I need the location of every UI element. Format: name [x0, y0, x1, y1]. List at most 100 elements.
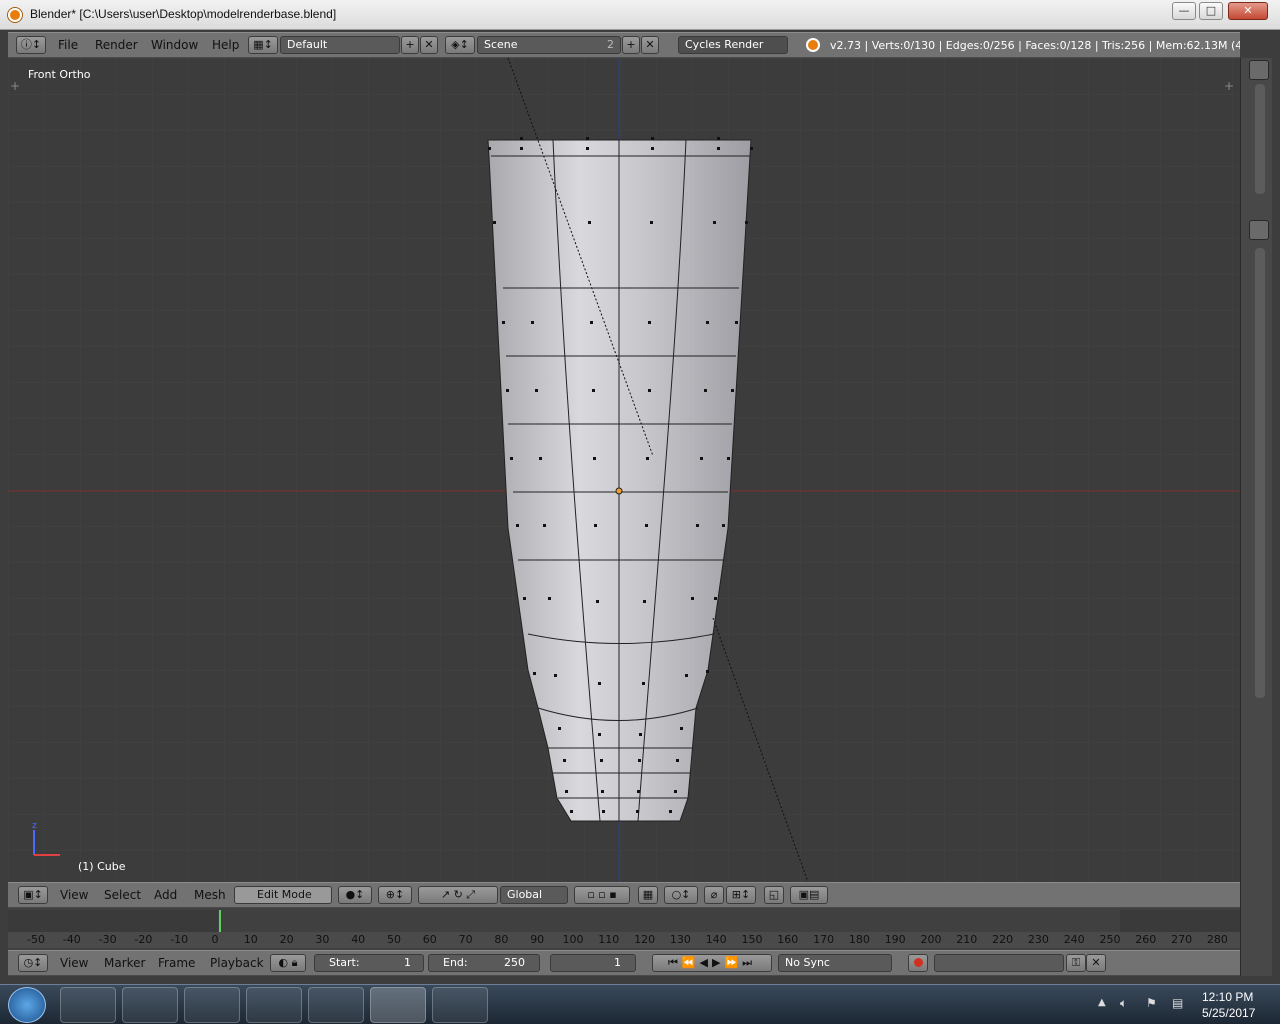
- object-label: (1) Cube: [78, 860, 126, 873]
- timeline-menu-marker[interactable]: Marker: [104, 956, 145, 970]
- sync-select[interactable]: No Sync: [778, 954, 892, 972]
- menu-help[interactable]: Help: [212, 38, 239, 52]
- timeline-tick-label: 70: [458, 933, 473, 946]
- render-icon: [806, 38, 820, 52]
- add-scene-icon[interactable]: +: [622, 36, 640, 54]
- snap-element-icon[interactable]: ⊞↕: [726, 886, 756, 904]
- view-label: Front Ortho: [28, 68, 91, 81]
- timeline-tick-label: 30: [315, 933, 330, 946]
- proportional-edit-icon[interactable]: ○↕: [664, 886, 698, 904]
- menu-select[interactable]: Select: [104, 888, 141, 902]
- paint-taskbar-icon[interactable]: [432, 987, 488, 1023]
- insert-keyframe-icon[interactable]: ⚿: [1066, 954, 1086, 972]
- svg-text:+: +: [1224, 79, 1234, 93]
- outliner-scrollbar[interactable]: [1255, 84, 1265, 194]
- svg-text:+: +: [10, 79, 20, 93]
- delete-keyframe-icon[interactable]: ✕: [1086, 954, 1106, 972]
- properties-editor-icon[interactable]: [1249, 220, 1269, 240]
- timeline-tick-label: 240: [1063, 933, 1085, 946]
- outliner-editor-icon[interactable]: [1249, 60, 1269, 80]
- orientation-select[interactable]: Global: [500, 886, 568, 904]
- current-frame-field[interactable]: 1: [550, 954, 636, 972]
- explorer-taskbar-icon[interactable]: [60, 987, 116, 1023]
- timeline-tick-label: 160: [777, 933, 799, 946]
- timeline-tick-label: 230: [1027, 933, 1049, 946]
- tray-arrow-icon[interactable]: ▲: [1098, 997, 1106, 1008]
- window-title: Blender* [C:\Users\user\Desktop\modelren…: [30, 7, 337, 21]
- timeline-menu-frame[interactable]: Frame: [158, 956, 195, 970]
- add-icon[interactable]: +: [401, 36, 419, 54]
- internet-explorer-taskbar-icon[interactable]: [122, 987, 178, 1023]
- menu-file[interactable]: File: [58, 38, 78, 52]
- minimize-button[interactable]: —: [1172, 2, 1196, 20]
- network-icon[interactable]: ▤: [1172, 996, 1183, 1010]
- right-panel-strip: [1240, 58, 1272, 976]
- keying-set-field[interactable]: [934, 954, 1064, 972]
- timeline-menu-view[interactable]: View: [60, 956, 88, 970]
- timeline-tick-label: 100: [562, 933, 584, 946]
- action-center-icon[interactable]: ⚑: [1146, 996, 1157, 1010]
- chrome-taskbar-icon[interactable]: [308, 987, 364, 1023]
- scene-field[interactable]: Scene 2: [477, 36, 621, 54]
- select-mode-icons[interactable]: ▫ ▫ ▪: [574, 886, 630, 904]
- info-editor-icon[interactable]: ⓘ↕: [16, 36, 46, 54]
- blender-taskbar-icon[interactable]: [370, 987, 426, 1023]
- render-preview-icons[interactable]: ▣▤: [790, 886, 828, 904]
- editor-type-icon[interactable]: ▣↕: [18, 886, 48, 904]
- menu-window[interactable]: Window: [151, 38, 198, 52]
- timeline-tick-label: 0: [211, 933, 219, 946]
- 3d-viewport[interactable]: z + + Front Ortho (1) Cube: [8, 58, 1240, 882]
- timeline-tick-label: 180: [848, 933, 870, 946]
- start-frame-label: Start:: [329, 956, 360, 969]
- clock-date[interactable]: 5/25/2017: [1202, 1006, 1255, 1020]
- pivot-icon[interactable]: ⊕↕: [378, 886, 412, 904]
- media-player-taskbar-icon[interactable]: [184, 987, 240, 1023]
- current-frame-marker[interactable]: [219, 910, 221, 932]
- playback-controls[interactable]: ⏮⏪◀▶⏩⏭: [652, 954, 772, 972]
- snap-icon[interactable]: ⌀: [704, 886, 724, 904]
- firefox-taskbar-icon[interactable]: [246, 987, 302, 1023]
- opengl-render-icon[interactable]: ◱: [764, 886, 784, 904]
- timeline-menu-playback[interactable]: Playback: [210, 956, 264, 970]
- timeline-outside-range-right: [1120, 910, 1240, 932]
- end-frame-field[interactable]: End: 250: [428, 954, 540, 972]
- start-orb-icon[interactable]: [8, 987, 46, 1023]
- remove-scene-icon[interactable]: ✕: [641, 36, 659, 54]
- timeline-tick-label: 190: [884, 933, 906, 946]
- mode-select[interactable]: Edit Mode: [234, 886, 332, 904]
- occlude-geometry-icon[interactable]: ▦: [638, 886, 658, 904]
- record-icon[interactable]: [908, 954, 928, 972]
- start-frame-field[interactable]: Start: 1: [314, 954, 424, 972]
- scene-icon[interactable]: ◈↕: [445, 36, 475, 54]
- timeline-tick-label: 250: [1099, 933, 1121, 946]
- viewport-canvas: z + +: [8, 58, 1240, 882]
- render-engine-select[interactable]: Cycles Render: [678, 36, 788, 54]
- timeline-tick-label: 280: [1206, 933, 1228, 946]
- maximize-button[interactable]: □: [1199, 2, 1223, 20]
- clock-time[interactable]: 12:10 PM: [1202, 990, 1253, 1004]
- timeline-tick-label: 170: [813, 933, 835, 946]
- menu-render[interactable]: Render: [95, 38, 138, 52]
- timeline-tick-label: 40: [351, 933, 366, 946]
- timeline-tick-label: 120: [634, 933, 656, 946]
- properties-scrollbar[interactable]: [1255, 248, 1265, 698]
- timeline-header: ◷↕ View Marker Frame Playback ◐ 🔒︎ Start…: [8, 950, 1240, 976]
- timeline-editor-type-icon[interactable]: ◷↕: [18, 954, 48, 972]
- timeline-tick-label: 90: [530, 933, 545, 946]
- close-button[interactable]: ✕: [1228, 2, 1268, 20]
- screen-layout-field[interactable]: Default: [280, 36, 400, 54]
- remove-icon[interactable]: ✕: [420, 36, 438, 54]
- keying-set-icon[interactable]: ◐ 🔒︎: [270, 954, 306, 972]
- scene-users-count: 2: [607, 38, 614, 51]
- menu-mesh[interactable]: Mesh: [194, 888, 226, 902]
- menu-add[interactable]: Add: [154, 888, 177, 902]
- screen-layout-icon[interactable]: ▦↕: [248, 36, 278, 54]
- timeline-tick-label: -20: [134, 933, 153, 946]
- blender-logo-icon: [8, 8, 22, 22]
- menu-view[interactable]: View: [60, 888, 88, 902]
- viewport-shading-icon[interactable]: ●↕: [338, 886, 372, 904]
- manipulator-icon[interactable]: ↗ ↻ ⤢: [418, 886, 498, 904]
- timeline-tick-label: -40: [62, 933, 81, 946]
- timeline-area[interactable]: -50 -40 -30 -20 -10 0 10 20 30 40 50 60 70 80 90 100 110…: [8, 908, 1240, 950]
- volume-icon[interactable]: 🔈︎: [1120, 996, 1127, 1011]
